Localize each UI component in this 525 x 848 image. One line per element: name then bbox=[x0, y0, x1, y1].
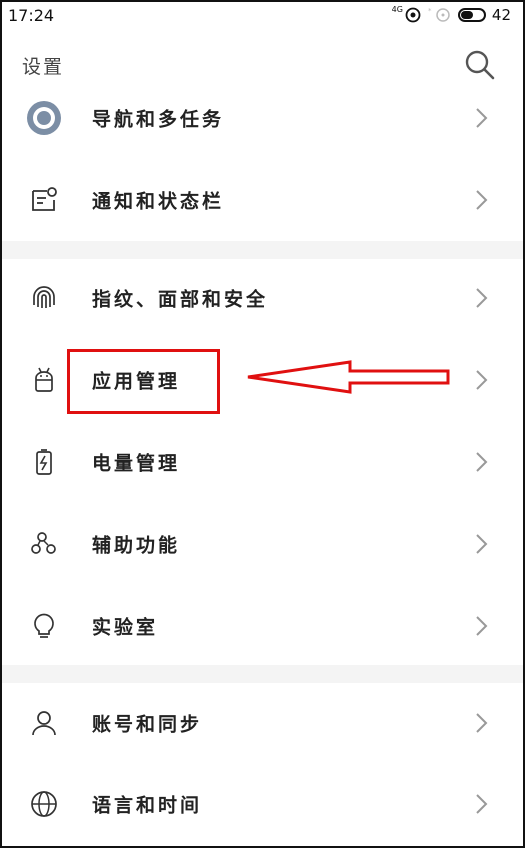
settings-item-label: 电量管理 bbox=[92, 452, 181, 475]
section-divider bbox=[0, 241, 525, 259]
alarm-icon: * bbox=[428, 7, 450, 22]
settings-item-label: 实验室 bbox=[92, 616, 159, 639]
settings-item-account[interactable]: 账号和同步 bbox=[0, 688, 525, 758]
battery-indicator bbox=[457, 8, 486, 22]
chevron-right-icon bbox=[476, 794, 488, 814]
navigation-icon bbox=[24, 98, 64, 138]
svg-text:*: * bbox=[428, 7, 432, 15]
chevron-right-icon bbox=[476, 452, 488, 472]
status-time: 17:24 bbox=[8, 6, 55, 25]
section-divider bbox=[0, 665, 525, 683]
fingerprint-icon bbox=[24, 278, 64, 318]
chevron-right-icon bbox=[476, 288, 488, 308]
globe-icon bbox=[24, 784, 64, 824]
settings-item-label: 辅助功能 bbox=[92, 534, 181, 557]
status-icons: 4G * 42 bbox=[392, 5, 511, 25]
chevron-right-icon bbox=[476, 370, 488, 390]
chevron-right-icon bbox=[476, 616, 488, 636]
network-type-label: 4G bbox=[391, 4, 403, 14]
settings-item-lab[interactable]: 实验室 bbox=[0, 591, 525, 661]
android-icon bbox=[24, 360, 64, 400]
settings-item-notifications[interactable]: 通知和状态栏 bbox=[0, 165, 525, 235]
chevron-right-icon bbox=[476, 108, 488, 128]
location-icon bbox=[405, 7, 421, 23]
chevron-right-icon bbox=[476, 713, 488, 733]
battery-level: 42 bbox=[491, 6, 511, 24]
accessibility-icon bbox=[24, 524, 64, 564]
settings-item-navigation[interactable]: 导航和多任务 bbox=[0, 83, 525, 153]
settings-item-security[interactable]: 指纹、面部和安全 bbox=[0, 263, 525, 333]
settings-item-battery[interactable]: 电量管理 bbox=[0, 427, 525, 497]
account-icon bbox=[24, 703, 64, 743]
settings-item-label: 导航和多任务 bbox=[92, 108, 225, 131]
settings-item-label: 语言和时间 bbox=[92, 794, 203, 817]
settings-item-label: 通知和状态栏 bbox=[92, 190, 225, 213]
chevron-right-icon bbox=[476, 190, 488, 210]
page-title: 设置 bbox=[22, 56, 65, 78]
notification-icon bbox=[24, 180, 64, 220]
lightbulb-icon bbox=[24, 606, 64, 646]
annotation-arrow bbox=[247, 360, 450, 394]
settings-item-accessibility[interactable]: 辅助功能 bbox=[0, 509, 525, 579]
settings-item-language[interactable]: 语言和时间 bbox=[0, 769, 525, 839]
annotation-highlight-box bbox=[67, 349, 220, 414]
status-bar: 17:24 4G * 42 bbox=[0, 0, 525, 30]
battery-icon bbox=[24, 442, 64, 482]
settings-item-label: 账号和同步 bbox=[92, 713, 203, 736]
search-icon[interactable] bbox=[463, 48, 497, 82]
chevron-right-icon bbox=[476, 534, 488, 554]
settings-item-label: 指纹、面部和安全 bbox=[92, 288, 269, 311]
